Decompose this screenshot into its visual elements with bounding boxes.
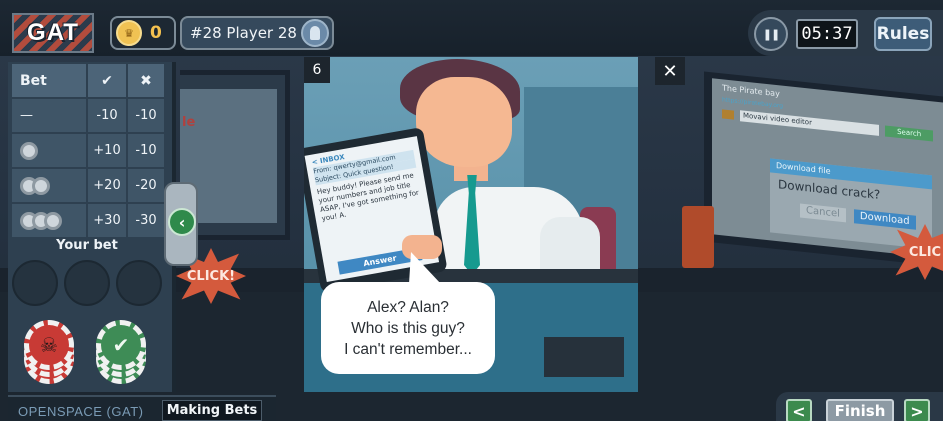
download-confirm-button: Download (853, 209, 916, 230)
close-icon[interactable]: ✕ (655, 57, 685, 85)
checkmark-chip-icon: ✔ (96, 320, 146, 370)
chevron-left-icon[interactable]: ‹ (168, 208, 196, 236)
pirate-ship-icon (722, 109, 734, 120)
bet-row-correct: -10 (88, 99, 126, 132)
coins-value: 0 (150, 23, 162, 43)
game-timer: 05:37 (796, 19, 858, 49)
bet-table: Bet ✔ ✖ — -10 -10 +10 -10 +20 -20 +30 -3… (12, 64, 166, 239)
thief-icon: ☠ (24, 320, 74, 370)
three-chips-icon (12, 204, 86, 237)
bet-row-correct: +10 (88, 134, 126, 167)
bet-row-correct: +30 (88, 204, 126, 237)
bet-row-wrong: -10 (128, 134, 164, 167)
bet-slot[interactable] (12, 260, 58, 306)
coins-counter: ♛ 0 (110, 16, 176, 50)
next-button[interactable]: > (904, 399, 930, 421)
bet-row-3[interactable]: +30 -30 (12, 204, 166, 237)
player-badge: #28 Player 28 (180, 16, 334, 50)
finish-button[interactable]: Finish (826, 399, 894, 421)
bet-row-wrong: -10 (128, 99, 164, 132)
speech-line-1: Alex? Alan? (367, 298, 449, 316)
speech-line-2: Who is this guy? (351, 319, 465, 337)
speech-bubble: Alex? Alan? Who is this guy? I can't rem… (321, 282, 495, 374)
your-bet-label: Your bet (56, 238, 118, 253)
left-monitor-text: le (182, 115, 196, 130)
speech-line-3: I can't remember... (344, 340, 472, 358)
panel-collapse-handle[interactable]: ‹ (164, 182, 198, 266)
red-bad-chip-stack[interactable]: ☠ (24, 320, 74, 384)
background-soda-can (682, 206, 714, 268)
bet-column-header: Bet (12, 64, 86, 97)
man-head (416, 77, 512, 167)
bet-slot[interactable] (116, 260, 162, 306)
bet-row-2[interactable]: +20 -20 (12, 169, 166, 202)
bet-row-none: — (12, 99, 86, 132)
player-name: #28 Player 28 (190, 24, 297, 42)
download-cancel-button: Cancel (800, 203, 846, 223)
bet-table-header: Bet ✔ ✖ (12, 64, 166, 97)
bet-slots (12, 260, 162, 306)
section-label: OPENSPACE (GAT) (18, 404, 144, 419)
cross-icon: ✖ (128, 64, 164, 97)
avatar-icon[interactable] (301, 19, 329, 47)
game-logo: GAT (12, 13, 94, 53)
game-stage: le The Pirate bay https://piratebay.org … (0, 0, 943, 421)
bet-slot[interactable] (64, 260, 110, 306)
checkmark-icon: ✔ (88, 64, 126, 97)
logo-text: GAT (27, 19, 79, 46)
bet-row-wrong: -30 (128, 204, 164, 237)
scenario-counter: 6 (304, 57, 330, 83)
pirate-search-button: Search (885, 125, 933, 142)
bet-row-1[interactable]: +10 -10 (12, 134, 166, 167)
crown-coin-icon: ♛ (116, 20, 142, 46)
bet-panel: Bet ✔ ✖ — -10 -10 +10 -10 +20 -20 +30 -3… (8, 62, 176, 392)
bet-row-0[interactable]: — -10 -10 (12, 99, 166, 132)
one-chip-icon (12, 134, 86, 167)
two-chips-icon (12, 169, 86, 202)
pause-button[interactable]: ❚❚ (754, 17, 788, 51)
green-good-chip-stack[interactable]: ✔ (96, 320, 146, 384)
phase-badge: Making Bets (162, 400, 262, 421)
bet-row-correct: +20 (88, 169, 126, 202)
previous-button[interactable]: < (786, 399, 812, 421)
bet-row-wrong: -20 (128, 169, 164, 202)
rules-button[interactable]: Rules (874, 17, 932, 51)
